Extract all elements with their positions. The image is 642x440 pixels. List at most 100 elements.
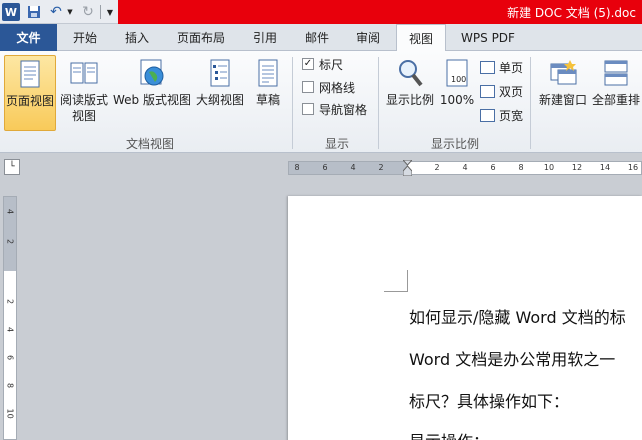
vruler-tick: 6 [5, 354, 15, 361]
zoom-100-icon: 100 [446, 59, 468, 87]
ribbon-tabs: 文件 开始 插入 页面布局 引用 邮件 审阅 视图 WPS PDF [0, 24, 642, 52]
web-layout-button[interactable]: Web 版式视图 [111, 55, 193, 131]
ruler-tick: 2 [434, 163, 440, 172]
ruler-tick: 16 [627, 163, 639, 172]
ruler-tick: 6 [322, 163, 328, 172]
gridlines-checkbox-label: 网格线 [319, 80, 356, 95]
two-pages-button[interactable]: 双页 [480, 81, 523, 101]
web-layout-label: Web 版式视图 [113, 93, 191, 107]
arrange-all-button[interactable]: 全部重排 [590, 55, 642, 131]
zoom-100-icon-text: 100 [451, 75, 466, 84]
gridlines-checkbox-box[interactable] [302, 81, 314, 93]
ruler-tick: 6 [490, 163, 496, 172]
zoom-100-label: 100% [439, 93, 475, 107]
two-pages-label: 双页 [499, 84, 524, 99]
document-area: 如何显示/隐藏 Word 文档的标 Word 文档是办公常用软之一 标尺？具体操… [20, 178, 642, 440]
tab-references[interactable]: 引用 [240, 24, 290, 51]
reading-layout-button[interactable]: 阅读版式 视图 [58, 55, 110, 131]
draft-view-label: 草稿 [255, 93, 280, 107]
globe-icon [140, 59, 164, 86]
tab-selector-icon[interactable]: └ [4, 159, 20, 175]
navigation-pane-checkbox[interactable]: 导航窗格 [302, 100, 367, 118]
new-window-label: 新建窗口 [538, 93, 587, 107]
new-window-icon [550, 60, 577, 85]
title-highlight: 新建 DOC 文档 (5).doc [118, 0, 642, 24]
outline-view-label: 大纲视图 [195, 93, 244, 107]
new-window-button[interactable]: 新建窗口 [536, 55, 590, 131]
tab-wps-pdf[interactable]: WPS PDF [452, 24, 524, 51]
zoom-100-button[interactable]: 100 100% [438, 55, 476, 131]
reading-layout-label: 阅读版式 视图 [59, 93, 108, 123]
page-view-label: 页面视图 [5, 94, 54, 108]
one-page-button[interactable]: 单页 [480, 57, 523, 77]
tab-insert[interactable]: 插入 [112, 24, 162, 51]
navigation-pane-checkbox-label: 导航窗格 [319, 102, 368, 117]
ruler-tick: 12 [571, 163, 583, 172]
zoom-button[interactable]: 显示比例 [382, 55, 438, 131]
ruler-tick: 14 [599, 163, 611, 172]
ruler-tick: 4 [462, 163, 468, 172]
document-line[interactable]: 标尺？具体操作如下： [409, 388, 569, 412]
ruler-checkbox-label: 标尺 [319, 57, 344, 72]
group-separator [378, 57, 379, 149]
vruler-tick: 8 [5, 382, 15, 389]
margin-corner-mark [384, 270, 408, 292]
ruler-tick: 2 [378, 163, 384, 172]
tab-view[interactable]: 视图 [396, 24, 446, 52]
vruler-tick: 4 [5, 326, 15, 333]
window-title: 新建 DOC 文档 (5).doc [507, 6, 636, 20]
page-width-icon [480, 108, 495, 122]
vruler-tick: 2 [5, 238, 15, 245]
show-group-label: 显示 [324, 137, 349, 151]
horizontal-ruler[interactable]: 8 6 4 2 2 4 6 8 10 12 14 16 [288, 160, 642, 176]
navigation-pane-checkbox-box[interactable] [302, 103, 314, 115]
reading-layout-icon [70, 62, 98, 84]
page-width-button[interactable]: 页宽 [480, 105, 523, 125]
ruler-checkbox-box[interactable]: ✓ [302, 58, 314, 70]
one-page-label: 单页 [499, 60, 524, 75]
vruler-tick: 10 [5, 408, 15, 419]
tab-page-layout[interactable]: 页面布局 [168, 24, 234, 51]
ruler-tick: 8 [294, 163, 300, 172]
tab-mailings[interactable]: 邮件 [294, 24, 340, 51]
redo-icon[interactable]: ↻ [80, 3, 96, 21]
quick-access-separator [100, 5, 101, 19]
views-group-label: 文档视图 [125, 137, 174, 151]
indent-marker-icon[interactable] [403, 160, 412, 176]
tab-file[interactable]: 文件 [0, 24, 57, 51]
ruler-tick: 10 [543, 163, 555, 172]
outline-view-icon [210, 59, 230, 87]
save-icon[interactable] [26, 3, 42, 21]
undo-icon[interactable]: ↶ [48, 3, 64, 21]
vruler-tick: 2 [5, 298, 15, 305]
one-page-icon [480, 60, 495, 74]
magnifier-icon [399, 60, 423, 87]
ruler-row: └ 8 6 4 2 2 4 6 8 10 12 14 16 [0, 154, 642, 178]
ruler-tick: 8 [518, 163, 524, 172]
page-width-label: 页宽 [499, 108, 524, 123]
group-separator [530, 57, 531, 149]
two-pages-icon [480, 84, 495, 98]
word-app-icon[interactable]: W [2, 3, 20, 21]
customize-quick-access-icon[interactable]: ▼ [104, 3, 116, 21]
title-bar: W ↶ ▼ ↻ ▼ 新建 DOC 文档 (5).doc [0, 0, 642, 24]
page-view-button[interactable]: 页面视图 [4, 55, 56, 131]
undo-dropdown-icon[interactable]: ▼ [66, 3, 74, 21]
draft-view-button[interactable]: 草稿 [248, 55, 288, 131]
ribbon-view-panel: 页面视图 阅读版式 视图 Web 版式视图 大纲视图 草稿 文档视图 ✓ 标尺 … [0, 51, 642, 153]
vertical-ruler[interactable]: 4 2 2 4 6 8 10 [3, 196, 17, 440]
ruler-checkbox[interactable]: ✓ 标尺 [302, 55, 343, 73]
page-view-icon [20, 60, 40, 88]
tab-review[interactable]: 审阅 [344, 24, 392, 51]
document-page[interactable]: 如何显示/隐藏 Word 文档的标 Word 文档是办公常用软之一 标尺？具体操… [288, 196, 642, 440]
zoom-label: 显示比例 [385, 93, 434, 107]
zoom-group-label: 显示比例 [430, 137, 479, 151]
tab-home[interactable]: 开始 [62, 24, 108, 51]
document-line[interactable]: 显示操作： [409, 428, 489, 440]
document-line[interactable]: 如何显示/隐藏 Word 文档的标 [409, 304, 626, 328]
document-line[interactable]: Word 文档是办公常用软之一 [409, 346, 615, 370]
ruler-tick: 4 [350, 163, 356, 172]
arrange-all-icon [604, 60, 628, 86]
gridlines-checkbox[interactable]: 网格线 [302, 78, 355, 96]
outline-view-button[interactable]: 大纲视图 [193, 55, 247, 131]
